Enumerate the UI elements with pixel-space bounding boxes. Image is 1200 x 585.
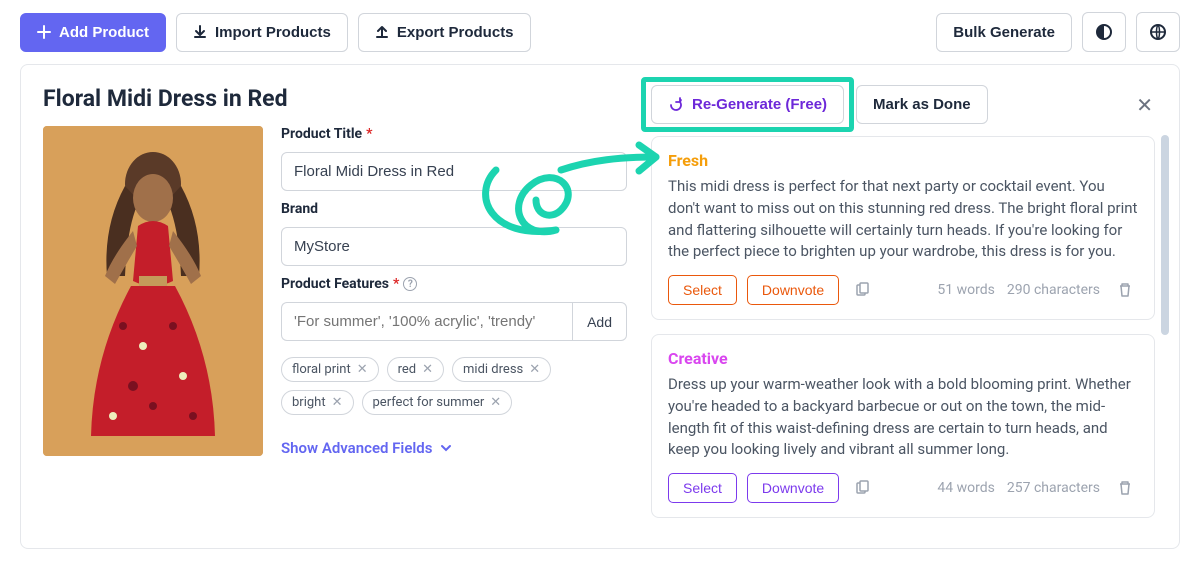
globe-icon xyxy=(1149,23,1167,41)
import-label: Import Products xyxy=(215,24,331,41)
char-count: 290 characters xyxy=(1007,282,1100,298)
select-button[interactable]: Select xyxy=(668,275,737,305)
remove-tag-icon[interactable]: ✕ xyxy=(490,395,501,410)
remove-tag-icon[interactable]: ✕ xyxy=(357,362,368,377)
regenerate-button[interactable]: Re-Generate (Free) xyxy=(651,85,844,124)
remove-tag-icon[interactable]: ✕ xyxy=(529,362,540,377)
help-icon[interactable]: ? xyxy=(403,277,417,291)
trash-icon[interactable] xyxy=(1112,277,1138,303)
brand-label: Brand xyxy=(281,201,627,217)
export-label: Export Products xyxy=(397,24,514,41)
features-label: Product Features * ? xyxy=(281,276,627,292)
brand-input[interactable] xyxy=(281,227,627,266)
downvote-button[interactable]: Downvote xyxy=(747,473,839,503)
select-button[interactable]: Select xyxy=(668,473,737,503)
word-count: 44 words xyxy=(937,480,994,496)
char-count: 257 characters xyxy=(1007,480,1100,496)
word-count: 51 words xyxy=(937,282,994,298)
features-input[interactable] xyxy=(281,302,572,341)
feature-tag: red✕ xyxy=(387,357,444,382)
show-advanced-link[interactable]: Show Advanced Fields xyxy=(281,439,627,457)
result-text: Dress up your warm-weather look with a b… xyxy=(668,374,1138,461)
add-feature-button[interactable]: Add xyxy=(572,302,627,341)
feature-tag: perfect for summer✕ xyxy=(362,390,513,415)
theme-toggle-button[interactable] xyxy=(1082,12,1126,52)
mark-done-button[interactable]: Mark as Done xyxy=(856,85,988,124)
export-products-button[interactable]: Export Products xyxy=(358,13,531,52)
add-product-label: Add Product xyxy=(59,24,149,41)
bulk-generate-button[interactable]: Bulk Generate xyxy=(936,13,1072,52)
result-card: Creative Dress up your warm-weather look … xyxy=(651,334,1155,518)
refresh-icon xyxy=(668,97,684,113)
upload-icon xyxy=(375,25,389,39)
result-card: Fresh This midi dress is perfect for that… xyxy=(651,136,1155,320)
add-product-button[interactable]: Add Product xyxy=(20,13,166,52)
copy-icon[interactable] xyxy=(849,277,875,303)
download-icon xyxy=(193,25,207,39)
remove-tag-icon[interactable]: ✕ xyxy=(422,362,433,377)
product-title-input[interactable] xyxy=(281,152,627,191)
page-title: Floral Midi Dress in Red xyxy=(43,85,627,112)
feature-tags: floral print✕ red✕ midi dress✕ bright✕ perfe… xyxy=(281,357,627,415)
trash-icon[interactable] xyxy=(1112,475,1138,501)
result-label: Creative xyxy=(668,349,1138,368)
chevron-down-icon xyxy=(440,442,452,454)
moon-icon xyxy=(1095,23,1113,41)
feature-tag: midi dress✕ xyxy=(452,357,551,382)
remove-tag-icon[interactable]: ✕ xyxy=(332,395,343,410)
product-image xyxy=(43,126,263,456)
close-button[interactable]: ✕ xyxy=(1128,89,1161,121)
feature-tag: bright✕ xyxy=(281,390,354,415)
result-label: Fresh xyxy=(668,151,1138,170)
scrollbar[interactable] xyxy=(1161,135,1169,335)
result-text: This midi dress is perfect for that next… xyxy=(668,176,1138,263)
language-button[interactable] xyxy=(1136,12,1180,52)
plus-icon xyxy=(37,25,51,39)
title-label: Product Title * xyxy=(281,126,627,142)
copy-icon[interactable] xyxy=(849,475,875,501)
downvote-button[interactable]: Downvote xyxy=(747,275,839,305)
feature-tag: floral print✕ xyxy=(281,357,379,382)
import-products-button[interactable]: Import Products xyxy=(176,13,348,52)
